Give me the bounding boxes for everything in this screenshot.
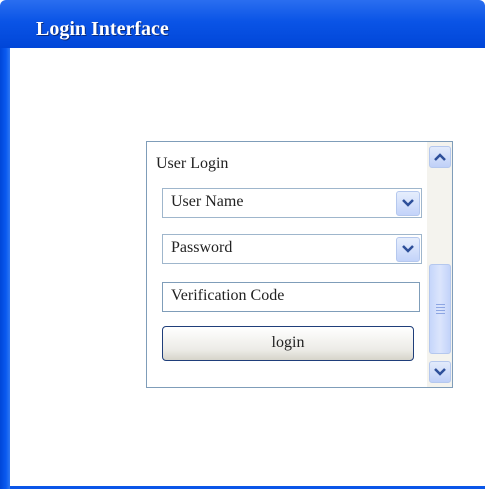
thumb-grip-line: [436, 310, 445, 311]
thumb-grip-line: [436, 307, 445, 308]
password-dropdown-button[interactable]: [396, 237, 420, 262]
scroll-thumb[interactable]: [429, 264, 451, 354]
panel-title: User Login: [156, 155, 229, 172]
chevron-down-icon: [402, 199, 414, 207]
title-bar: Login Interface: [0, 0, 485, 48]
window-left-border: [0, 48, 10, 489]
verification-code-field[interactable]: Verification Code: [162, 282, 420, 312]
login-panel: User Login User Name Password Verificati…: [146, 141, 453, 388]
username-dropdown-button[interactable]: [396, 191, 420, 216]
thumb-grip-line: [436, 313, 445, 314]
verification-code-text: Verification Code: [171, 287, 285, 304]
thumb-grip-line: [436, 304, 445, 305]
scroll-up-button[interactable]: [429, 146, 451, 168]
username-select[interactable]: User Name: [162, 188, 422, 218]
password-select-value: Password: [171, 239, 233, 256]
window: Login Interface User Login User Name Pas…: [0, 0, 485, 489]
login-button[interactable]: login: [162, 326, 414, 361]
vertical-scrollbar[interactable]: [427, 142, 452, 387]
login-button-label: login: [271, 334, 305, 351]
scroll-down-button[interactable]: [429, 361, 451, 383]
username-select-value: User Name: [171, 193, 244, 210]
window-title: Login Interface: [36, 18, 169, 40]
chevron-down-icon: [434, 368, 446, 376]
chevron-up-icon: [434, 153, 446, 161]
password-select[interactable]: Password: [162, 234, 422, 264]
chevron-down-icon: [402, 245, 414, 253]
